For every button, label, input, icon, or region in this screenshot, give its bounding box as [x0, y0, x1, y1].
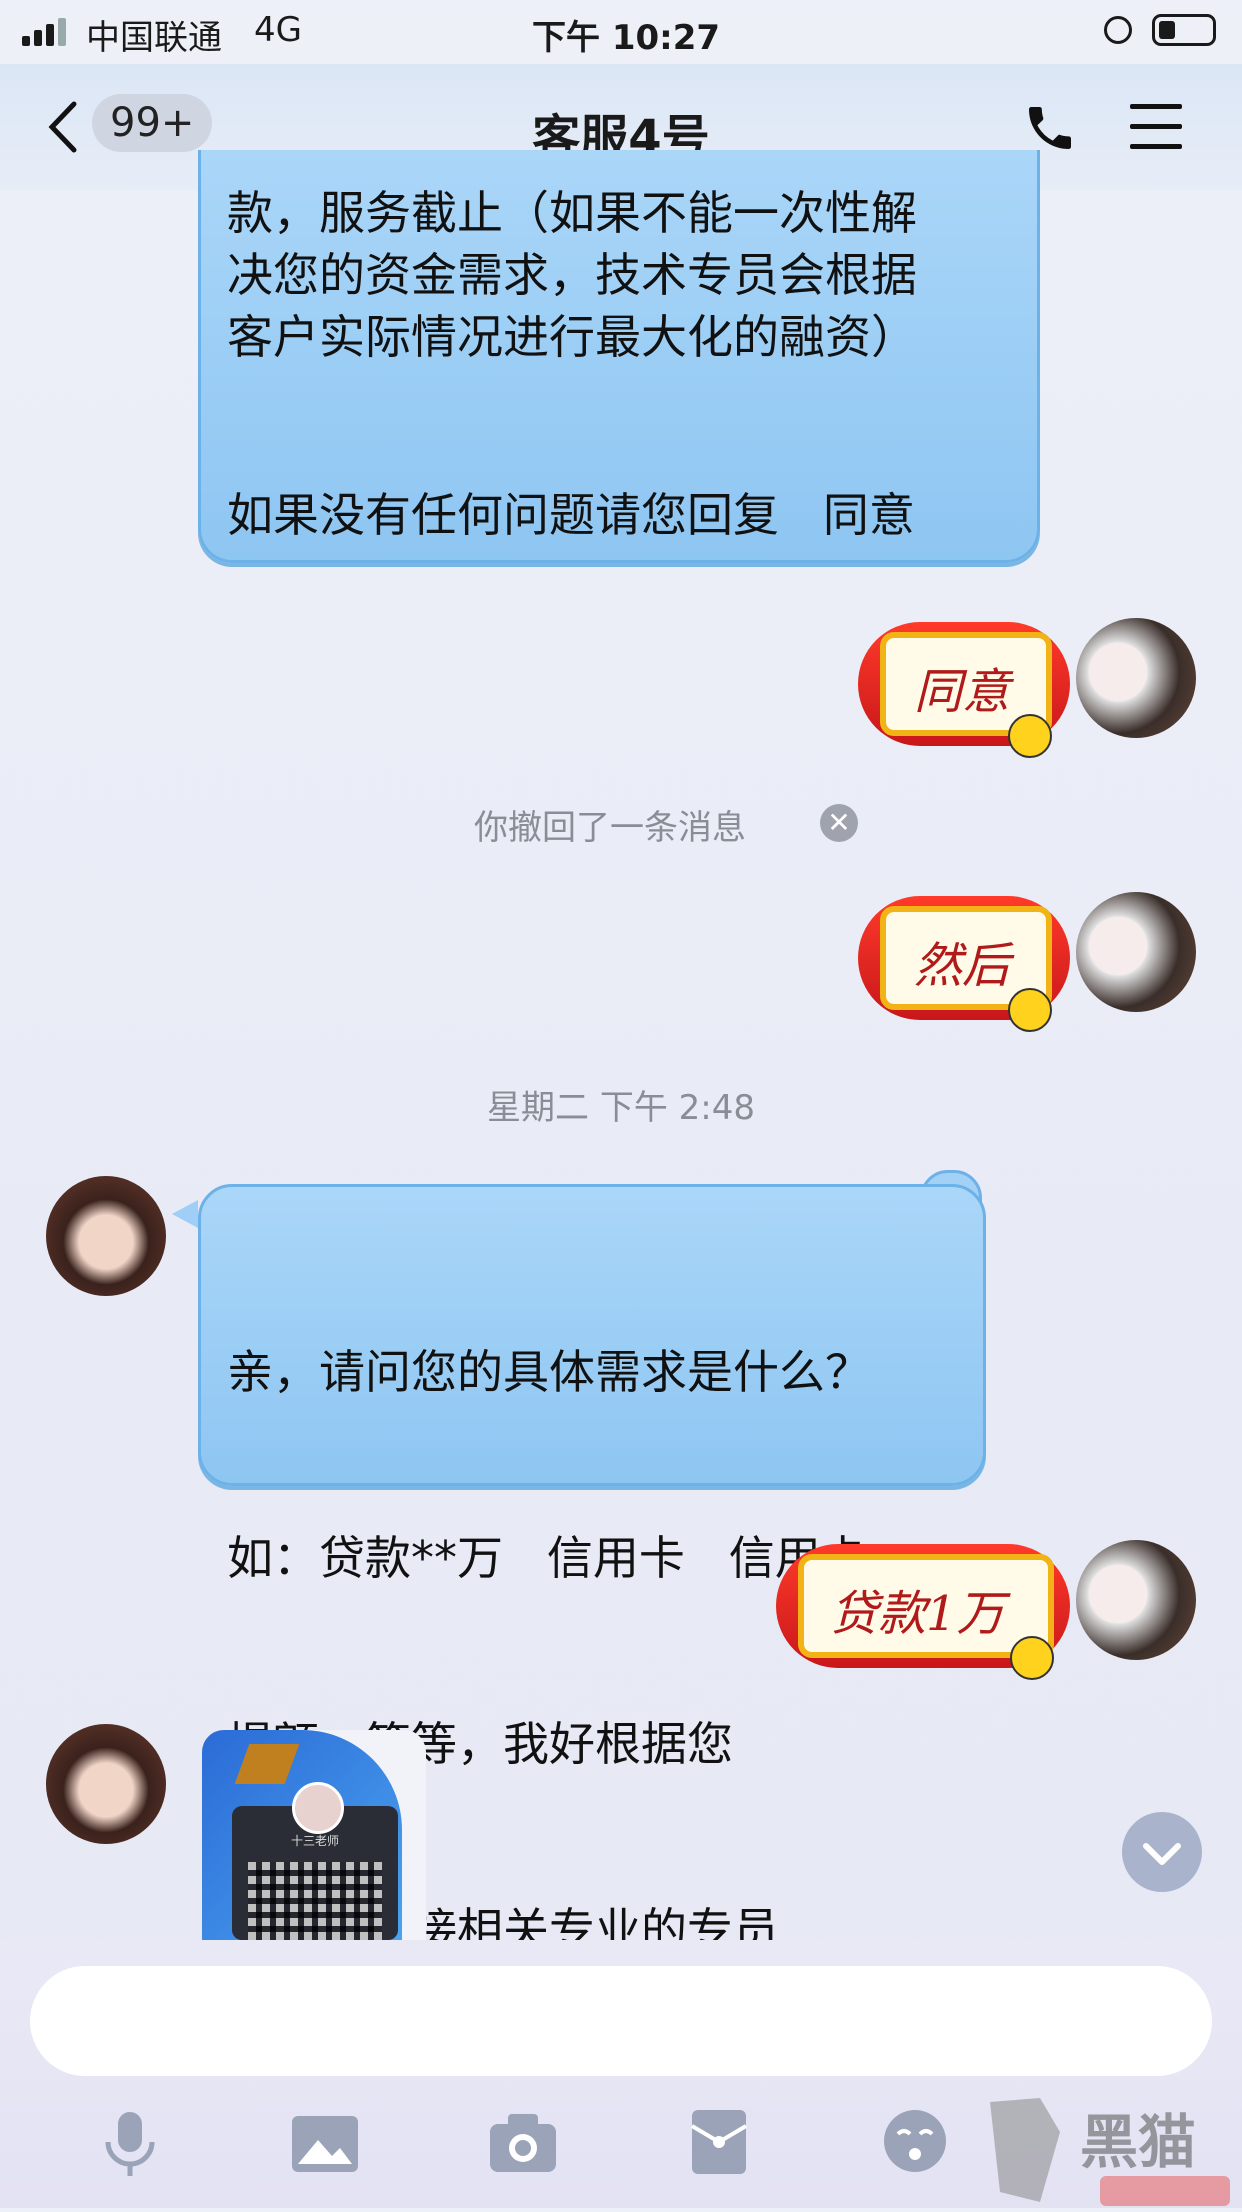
phone-icon[interactable]	[1022, 100, 1078, 156]
message-input[interactable]	[30, 1966, 1212, 2076]
camera-icon[interactable]	[488, 2110, 558, 2174]
avatar[interactable]	[46, 1724, 166, 1844]
svg-text:黑猫: 黑猫	[1080, 2108, 1196, 2176]
rotation-lock-icon	[1104, 16, 1132, 44]
recall-notice: 你撤回了一条消息	[474, 808, 746, 848]
battery-icon	[1152, 14, 1216, 46]
pikachu-icon	[1010, 1636, 1054, 1680]
carrier-label: 中国联通	[86, 18, 222, 58]
message-line	[227, 368, 917, 430]
sticker-message[interactable]: 同意	[858, 622, 1070, 758]
menu-icon[interactable]	[1130, 104, 1182, 150]
message-line: 亲，请问您的具体需求是什么？	[227, 1345, 871, 1399]
bubble-tail	[172, 1200, 198, 1228]
avatar[interactable]	[1076, 618, 1196, 738]
network-label: 4G	[254, 10, 302, 50]
message-line: 如：贷款**万 信用卡 信用卡	[227, 1531, 867, 1585]
avatar[interactable]	[1076, 1540, 1196, 1660]
pikachu-icon	[1008, 714, 1052, 758]
watermark-logo: 黑猫	[970, 2092, 1242, 2208]
clock: 下午 10:27	[532, 18, 721, 58]
avatar[interactable]	[46, 1176, 166, 1296]
message-line: 客户实际情况进行最大化的融资）	[227, 310, 917, 364]
signal-icon	[22, 18, 70, 46]
red-packet-icon[interactable]	[690, 2108, 748, 2176]
sticker-text: 贷款1万	[830, 1586, 1005, 1642]
qr-code	[248, 1862, 382, 1940]
message-bubble[interactable]: 亲，请问您的具体需求是什么？ 如：贷款**万 信用卡 信用卡 提额，等等，我好根…	[198, 1184, 986, 1957]
pikachu-icon	[1008, 988, 1052, 1032]
avatar[interactable]	[1076, 892, 1196, 1012]
message-line: 决您的资金需求，技术专员会根据	[227, 248, 917, 302]
message-line: 如果没有任何问题请您回复 同意	[227, 488, 915, 542]
status-bar: 中国联通 4G 下午 10:27	[0, 0, 1242, 64]
card-name: 十三老师	[290, 1834, 339, 1848]
image-icon[interactable]	[290, 2114, 360, 2174]
sticker-text: 同意	[914, 664, 1011, 720]
image-card[interactable]: 十三老师	[202, 1730, 426, 1940]
microphone-icon[interactable]	[100, 2110, 160, 2180]
close-icon[interactable]: ✕	[820, 804, 858, 842]
message-bubble[interactable]: 款，服务截止（如果不能一次性解 决您的资金需求，技术专员会根据 客户实际情况进行…	[198, 150, 1040, 563]
sticker-message[interactable]: 然后	[858, 896, 1070, 1032]
sticker-text: 然后	[914, 938, 1011, 994]
timestamp: 星期二 下午 2:48	[487, 1088, 755, 1128]
scroll-down-button[interactable]	[1122, 1812, 1202, 1892]
profile-photo	[292, 1782, 344, 1834]
message-line: 款，服务截止（如果不能一次性解	[227, 186, 917, 240]
sticker-message[interactable]: 贷款1万	[776, 1544, 1070, 1680]
qr-code-card: 十三老师	[232, 1782, 398, 1940]
emoji-icon[interactable]	[882, 2108, 948, 2174]
